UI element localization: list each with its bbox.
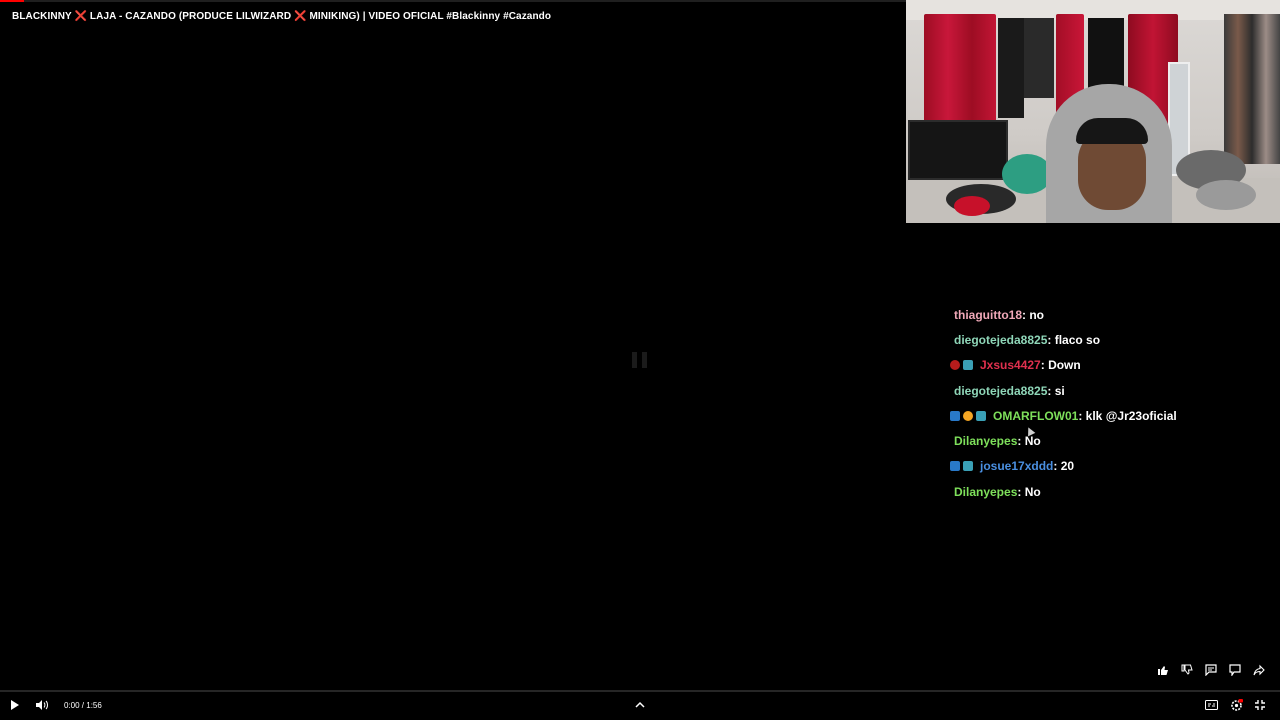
chevron-up-icon (635, 701, 645, 708)
chat-message: diegotejeda8825 : si (950, 378, 1270, 403)
webcam-panel (1024, 18, 1054, 98)
chat-text: : Down (1040, 358, 1081, 373)
title-text-3: MINIKING) | VIDEO OFICIAL #Blackinny #Ca… (306, 11, 552, 22)
play-icon (11, 700, 19, 710)
comment-icon[interactable] (1202, 662, 1220, 678)
play-button[interactable] (11, 697, 19, 713)
chat-message: Dilanyepes : No (950, 479, 1270, 504)
center-pause-icon[interactable] (632, 352, 648, 368)
title-text-2: LAJA - CAZANDO (PRODUCE LILWIZARD (87, 11, 295, 22)
chat-text: : 20 (1053, 459, 1075, 474)
volume-button[interactable] (35, 697, 49, 713)
chat-username[interactable]: josue17xddd (980, 459, 1053, 473)
exit-fullscreen-icon (1255, 700, 1265, 710)
chat-badge-blue-icon (950, 410, 960, 421)
video-title: BLACKINNY ❌ LAJA - CAZANDO (PRODUCE LILW… (12, 11, 551, 22)
exit-fullscreen-button[interactable] (1254, 697, 1266, 713)
title-text-1: BLACKINNY (12, 11, 75, 22)
webcam-tv (908, 120, 1008, 180)
webcam-clothes-pile (1196, 180, 1256, 210)
captions-icon (1205, 700, 1218, 710)
top-progress-fill (0, 0, 24, 2)
chat-badge-red-icon (950, 360, 960, 371)
volume-icon (36, 700, 48, 710)
expand-button[interactable] (634, 697, 646, 713)
chat-message: OMARFLOW01 : klk @Jr23oficial (950, 403, 1270, 428)
time-display: 0:00 / 1:56 (64, 700, 102, 710)
webcam-clothes-pile (1002, 154, 1052, 194)
chat-text: : No (1017, 434, 1041, 449)
chat-username[interactable]: OMARFLOW01 (993, 409, 1078, 423)
pause-bar-right (642, 352, 647, 368)
title-x-mark-1: ❌ (74, 11, 88, 22)
webcam-clothes-rack (1224, 14, 1280, 164)
title-x-mark-2: ❌ (294, 11, 307, 22)
settings-icon (1231, 698, 1243, 711)
chat-username[interactable]: Jxsus4427 (980, 358, 1041, 372)
chat-text: : si (1047, 383, 1065, 398)
chat-badge-grid-icon (976, 410, 986, 421)
chat-text: : no (1022, 307, 1044, 322)
chat-text: : No (1017, 484, 1041, 499)
chat-text: : flaco so (1047, 332, 1101, 347)
chat-icon[interactable] (1226, 662, 1244, 678)
chat-username[interactable]: diegotejeda8825 (954, 384, 1047, 398)
chat-badge-grid-icon (963, 461, 973, 472)
chat-badge-grid-icon (963, 360, 973, 371)
chat-message: Jxsus4427 : Down (950, 353, 1270, 378)
chat-badge-orange-icon (963, 410, 973, 421)
settings-button[interactable] (1230, 697, 1243, 713)
webcam-person-cap (1076, 118, 1148, 144)
webcam-feed (906, 0, 1280, 223)
chat-message: thiaguitto18 : no (950, 302, 1270, 327)
chat-message: Dilanyepes : No (950, 428, 1270, 453)
chat-badge-blue-icon (950, 461, 960, 472)
chat-username[interactable]: Dilanyepes (954, 485, 1017, 499)
chat-username[interactable]: diegotejeda8825 (954, 333, 1047, 347)
webcam-clothes-pile (954, 196, 990, 216)
chat-username[interactable]: Dilanyepes (954, 434, 1017, 448)
side-actions (1154, 662, 1268, 678)
webcam-panel (998, 18, 1024, 118)
chat-message: diegotejeda8825 : flaco so (950, 327, 1270, 352)
pause-bar-left (632, 352, 637, 368)
chat-username[interactable]: thiaguitto18 (954, 308, 1022, 322)
chat-message: josue17xddd : 20 (950, 454, 1270, 479)
captions-button[interactable] (1205, 697, 1218, 713)
bottom-progress-bar[interactable] (0, 690, 1280, 692)
chat-text: : klk @Jr23oficial (1078, 408, 1177, 423)
share-icon[interactable] (1250, 662, 1268, 678)
top-progress-bar[interactable] (0, 0, 906, 2)
chat-overlay: thiaguitto18 : no diegotejeda8825 : flaco… (950, 302, 1270, 504)
thumbs-down-icon[interactable] (1178, 662, 1196, 678)
thumbs-up-icon[interactable] (1154, 662, 1172, 678)
